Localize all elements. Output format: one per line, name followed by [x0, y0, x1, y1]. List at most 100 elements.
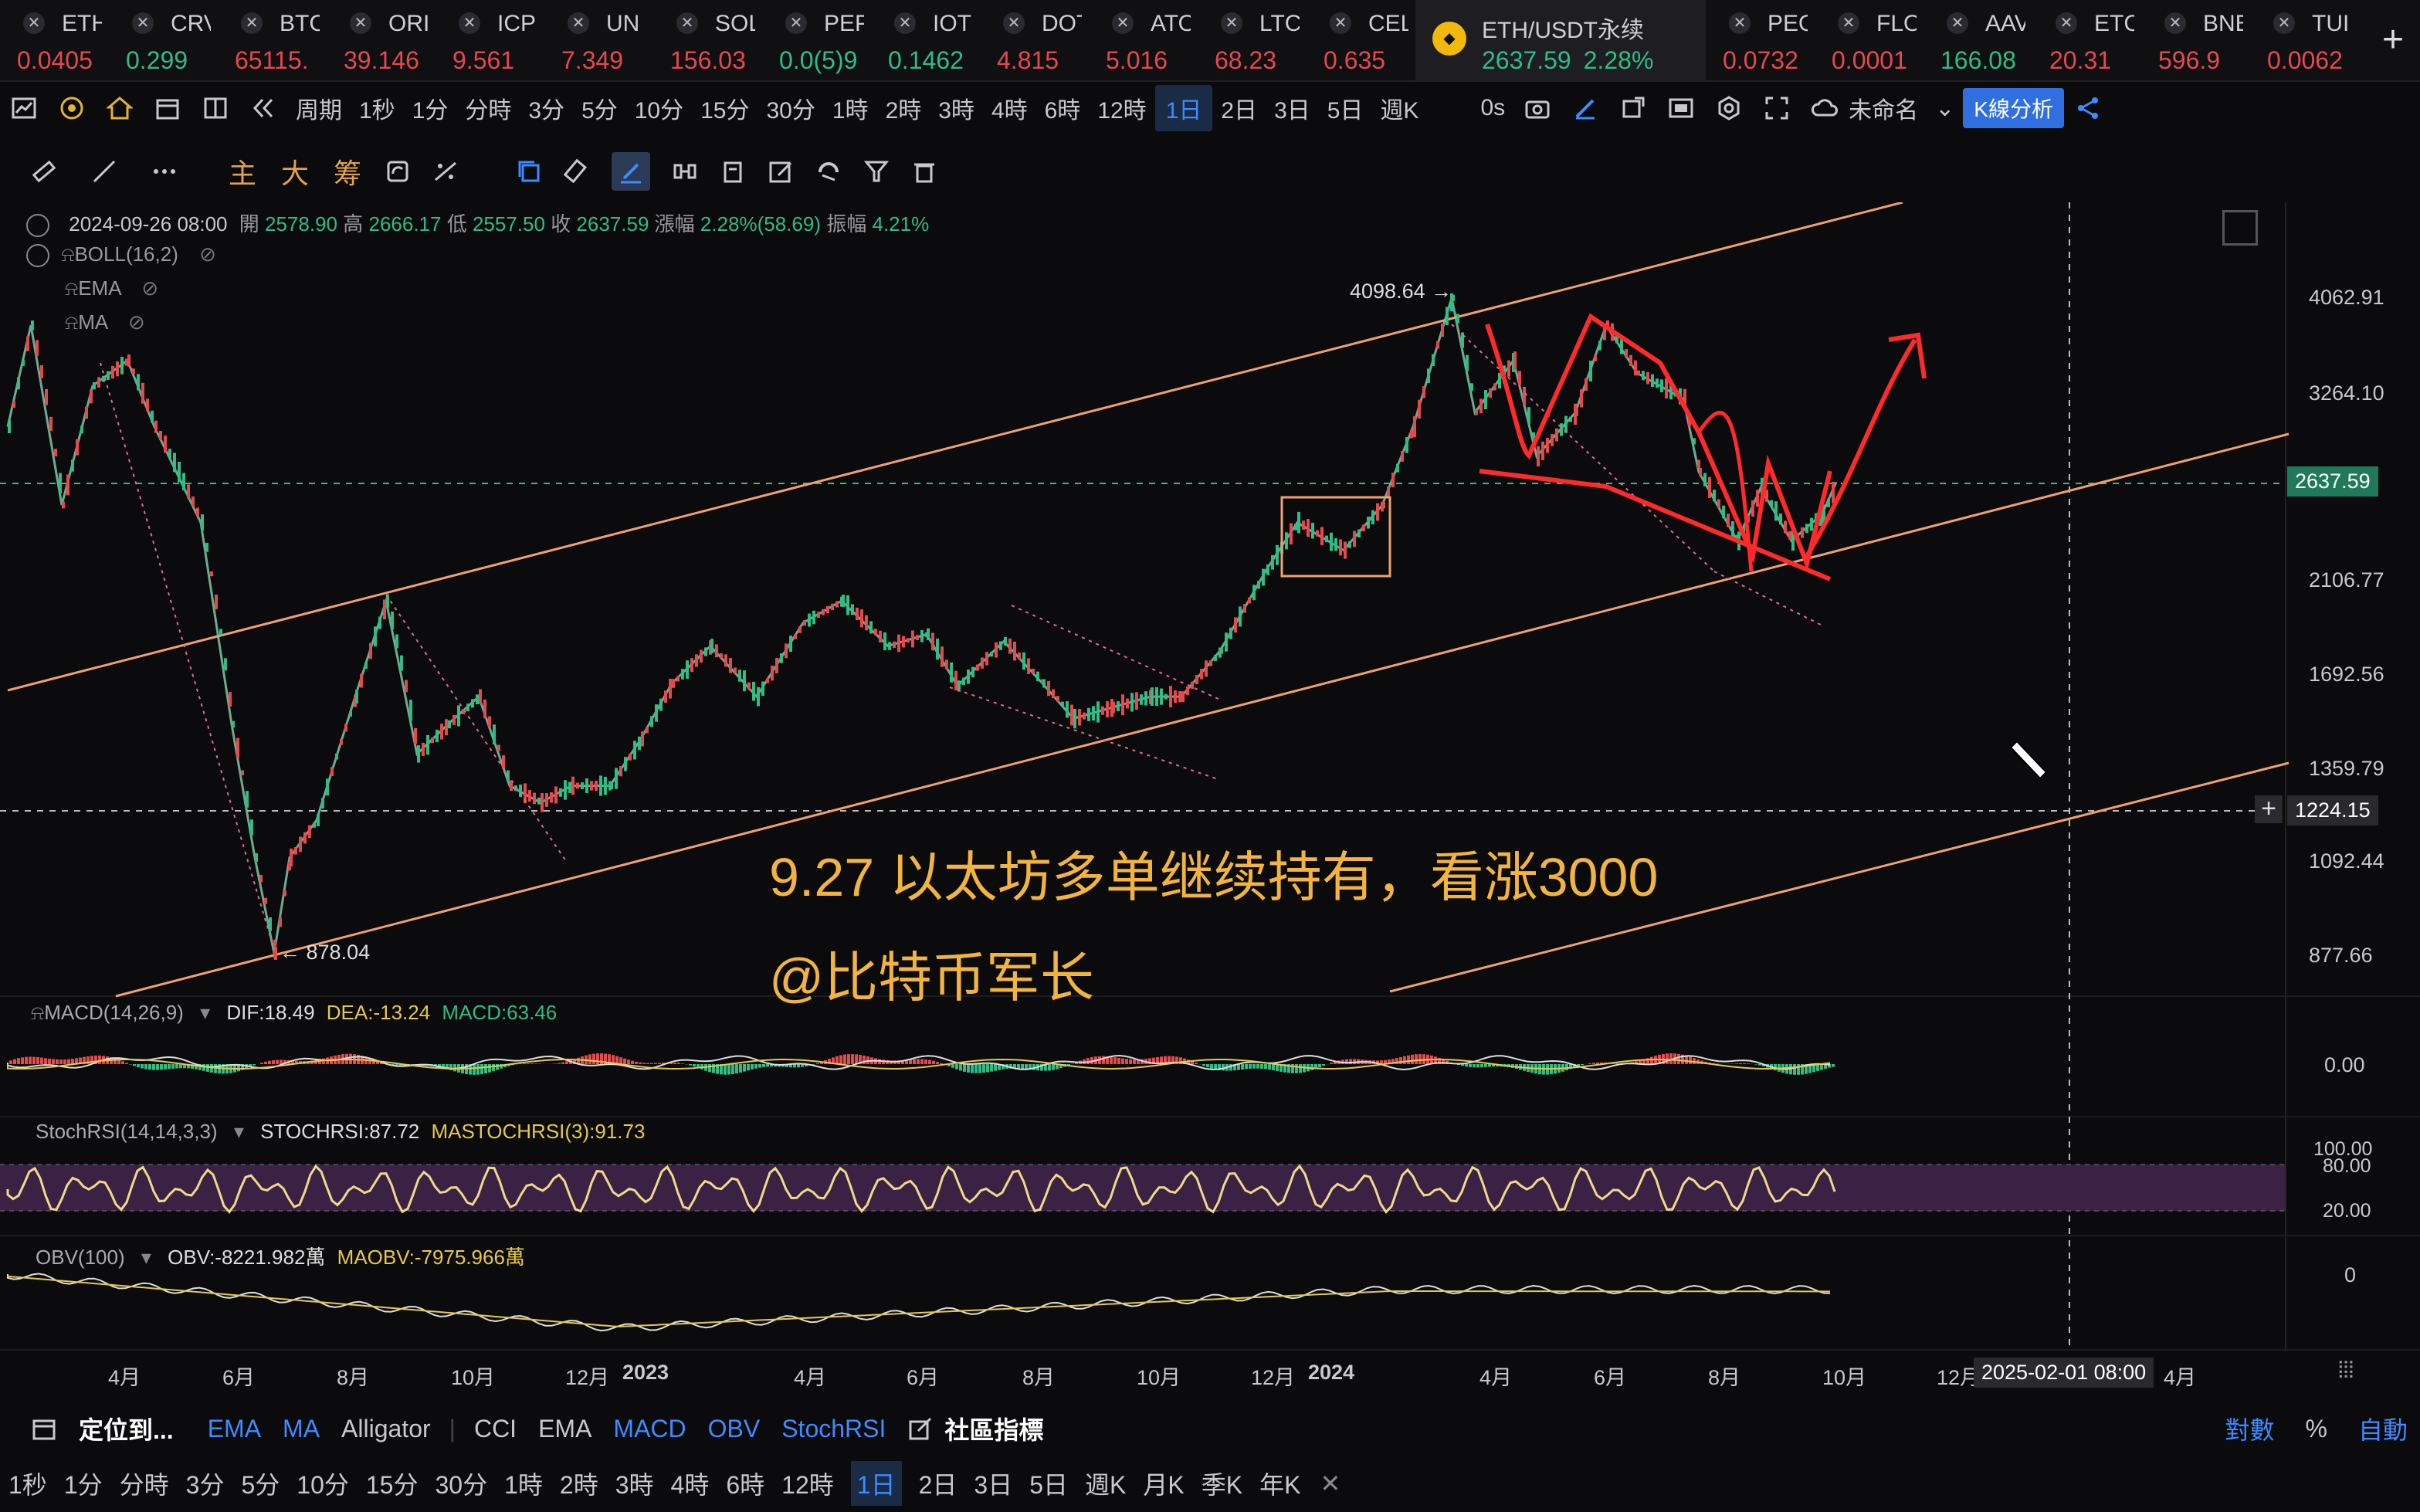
share-icon[interactable] — [2075, 95, 2101, 121]
trash-icon[interactable] — [911, 158, 937, 185]
sub-indicator-0[interactable]: CCI — [474, 1415, 517, 1443]
ticker-item[interactable]: ✕ IOT 0.1462 — [871, 0, 980, 80]
popout-icon[interactable] — [1620, 95, 1646, 121]
eye-off-icon[interactable]: ⊘ — [199, 242, 216, 266]
target-icon[interactable] — [59, 95, 85, 121]
refresh-icon[interactable] — [385, 158, 411, 185]
macd-header[interactable]: ⍾MACD(14,26,9) ▾ DIF:18.49 DEA:-13.24 MA… — [31, 1001, 557, 1026]
boll-indicator[interactable]: ⍾BOLL(16,2) ⊘ — [26, 242, 216, 268]
ticker-item[interactable]: ✕ ETC 20.31 — [2032, 0, 2141, 80]
ticker-item[interactable]: ✕ SOL 156.03 — [653, 0, 762, 80]
ticker-item[interactable]: ✕ CRV 0.299 — [109, 0, 218, 80]
bottom-interval-9[interactable]: 2時 — [560, 1466, 598, 1501]
interval-15[interactable]: 2日 — [1212, 91, 1266, 125]
locate-button[interactable]: 定位到... — [79, 1411, 174, 1446]
chevron-down-icon[interactable]: ▾ — [200, 1001, 210, 1024]
eraser-icon[interactable] — [563, 158, 590, 185]
interval-0[interactable]: 1秒 — [351, 91, 404, 125]
ma-indicator[interactable]: ⍾MA ⊘ — [65, 310, 145, 335]
ticker-item[interactable]: ✕ FLO 0.0001 — [1815, 0, 1923, 80]
big-tool[interactable]: 大 — [281, 151, 309, 192]
obv-header[interactable]: OBV(100) ▾ OBV:-8221.982萬 MAOBV:-7975.96… — [36, 1242, 525, 1270]
log-toggle[interactable]: 對數 — [2225, 1411, 2275, 1446]
chevron-down-icon[interactable]: ⌄ — [1927, 95, 1963, 122]
close-icon[interactable]: ✕ — [1320, 1469, 1340, 1498]
interval-1[interactable]: 1分 — [404, 91, 457, 125]
interval-16[interactable]: 3日 — [1266, 91, 1319, 125]
interval-7[interactable]: 30分 — [758, 91, 824, 125]
bottom-interval-5[interactable]: 10分 — [297, 1466, 349, 1501]
cloud-icon[interactable] — [1812, 95, 1839, 121]
bottom-interval-20[interactable]: 季K — [1202, 1466, 1242, 1501]
interval-14[interactable]: 1日 — [1154, 85, 1213, 131]
bars-icon[interactable] — [672, 158, 698, 185]
percent-toggle[interactable]: % — [2306, 1415, 2327, 1443]
ticker-item[interactable]: ✕ LTC 68.23 — [1198, 0, 1307, 80]
ticker-item[interactable]: ✕ ORI 39.146 — [327, 0, 436, 80]
bottom-interval-14[interactable]: 1日 — [850, 1461, 902, 1506]
sub-indicator-1[interactable]: EMA — [538, 1415, 591, 1443]
ticker-item[interactable]: ✕ BNB 596.9 — [2141, 0, 2250, 80]
main-tool[interactable]: 主 — [229, 151, 256, 192]
sub-indicator-2[interactable]: MACD — [613, 1415, 686, 1443]
ticker-item[interactable]: ✕ PEP 0.0(5)9 — [762, 0, 871, 80]
collapse-icon[interactable] — [26, 214, 49, 238]
settings-icon[interactable] — [1716, 95, 1742, 121]
stochrsi-header[interactable]: StochRSI(14,14,3,3) ▾ STOCHRSI:87.72 MAS… — [36, 1120, 645, 1144]
ticker-item[interactable]: ◆ ETH/USDT永续 2637.59 2.28% — [1415, 0, 1706, 80]
picture-icon[interactable] — [1668, 95, 1694, 121]
expand-icon[interactable] — [2222, 210, 2258, 246]
bottom-interval-2[interactable]: 分時 — [120, 1466, 169, 1501]
main-indicator-2[interactable]: Alligator — [341, 1415, 431, 1443]
community-icon[interactable] — [907, 1415, 934, 1442]
more-icon[interactable] — [151, 158, 178, 185]
interval-9[interactable]: 2時 — [877, 91, 930, 125]
bottom-interval-13[interactable]: 12時 — [781, 1466, 834, 1501]
interval-12[interactable]: 6時 — [1036, 91, 1090, 125]
auto-toggle[interactable]: 自動 — [2358, 1411, 2408, 1446]
scale-icon[interactable] — [432, 158, 459, 185]
copy-icon[interactable] — [516, 158, 542, 185]
eye-off-icon[interactable]: ⊘ — [141, 276, 158, 300]
interval-8[interactable]: 1時 — [824, 91, 877, 125]
pen-icon[interactable] — [1572, 95, 1598, 121]
bottom-interval-10[interactable]: 3時 — [615, 1466, 654, 1501]
period-dropdown[interactable]: 周期 — [287, 91, 351, 125]
bottom-interval-7[interactable]: 30分 — [435, 1466, 487, 1501]
kline-analysis-button[interactable]: K線分析 — [1963, 88, 2064, 128]
ticker-item[interactable]: ✕ CEL 0.635 — [1307, 0, 1415, 80]
interval-3[interactable]: 3分 — [520, 91, 573, 125]
layout-name-dropdown[interactable]: 未命名 — [1849, 91, 1927, 125]
main-indicator-1[interactable]: MA — [283, 1415, 320, 1443]
ticker-item[interactable]: ✕ ETH 0.0405 — [0, 0, 109, 80]
chart-type-icon[interactable] — [11, 95, 37, 121]
price-chart[interactable] — [0, 202, 2420, 1399]
bottom-interval-1[interactable]: 1分 — [64, 1466, 103, 1501]
calendar-icon[interactable] — [154, 95, 181, 121]
collapse-icon[interactable] — [26, 244, 49, 268]
bottom-interval-6[interactable]: 15分 — [366, 1466, 419, 1501]
eye-off-icon[interactable]: ⊘ — [128, 310, 145, 334]
interval-2[interactable]: 分時 — [456, 91, 520, 125]
calendar-icon[interactable] — [31, 1415, 57, 1442]
interval-4[interactable]: 5分 — [573, 91, 626, 125]
crosshair-plus-icon[interactable]: + — [2255, 795, 2283, 823]
bottom-interval-16[interactable]: 3日 — [974, 1466, 1012, 1501]
bottom-interval-11[interactable]: 4時 — [671, 1466, 710, 1501]
bottom-interval-12[interactable]: 6時 — [726, 1466, 764, 1501]
brush-icon[interactable] — [612, 152, 651, 191]
ticker-item[interactable]: ✕ PEO 0.0732 — [1706, 0, 1815, 80]
bottom-interval-18[interactable]: 週K — [1085, 1466, 1126, 1501]
interval-17[interactable]: 5日 — [1319, 91, 1372, 125]
camera-icon[interactable] — [1524, 95, 1551, 121]
main-indicator-0[interactable]: EMA — [208, 1415, 261, 1443]
filter-icon[interactable] — [863, 158, 890, 185]
home-icon[interactable] — [105, 95, 134, 121]
clipboard-icon[interactable] — [720, 158, 746, 185]
community-indicators[interactable]: 社區指標 — [944, 1411, 1043, 1446]
ticker-item[interactable]: ✕ ATO 5.016 — [1089, 0, 1198, 80]
ticker-item[interactable]: ✕ AAV 166.08 — [1923, 0, 2032, 80]
ticker-item[interactable]: ✕ ICP 9.561 — [436, 0, 544, 80]
bottom-interval-17[interactable]: 5日 — [1029, 1466, 1068, 1501]
chevron-down-icon[interactable]: ▾ — [141, 1246, 151, 1269]
